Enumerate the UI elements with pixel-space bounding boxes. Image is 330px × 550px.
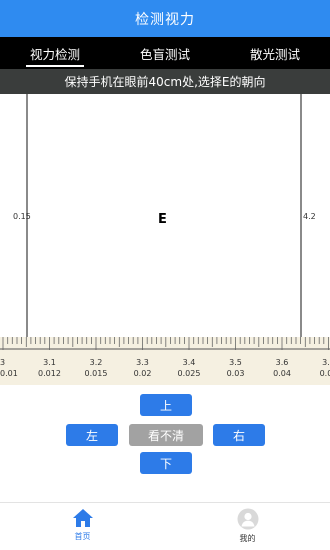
cannot-see-button[interactable]: 看不清	[129, 424, 203, 446]
ruler-label-five-point: 3.3	[136, 358, 149, 367]
tab-label: 视力检测	[29, 46, 80, 62]
ruler-label-five-point: 3	[0, 358, 5, 367]
acuity-decimal-label: 0.15	[13, 212, 31, 221]
tab-vision-test[interactable]: 视力检测	[0, 37, 110, 69]
ruler-label-five-point: 3.6	[276, 358, 289, 367]
nav-item-profile[interactable]: 我的	[165, 503, 330, 550]
button-label: 右	[232, 428, 245, 443]
acuity-five-point-label: 4.2	[303, 212, 316, 221]
ruler-label-five-point: 3.4	[183, 358, 196, 367]
ruler-label-decimal: 0.025	[178, 369, 201, 378]
nav-label-profile: 我的	[239, 534, 256, 543]
tab-astigmatism-test[interactable]: 散光测试	[220, 37, 330, 69]
button-label: 下	[159, 456, 172, 471]
user-avatar-icon	[237, 508, 258, 530]
direction-right-button[interactable]: 右	[213, 424, 265, 446]
test-area: 0.15 4.2 E	[0, 94, 330, 337]
ruler-label-five-point: 3.7	[322, 358, 330, 367]
instruction-text: 保持手机在眼前40cm处,选择E的朝向	[64, 75, 266, 89]
title-bar: 检测视力	[0, 0, 330, 37]
ruler-scale: 3 0.01 3.1 0.012 3.2 0.015 3.3 0.02 3.4 0.025 3.5 0…	[0, 337, 330, 378]
ruler-label-decimal: 0.01	[0, 369, 18, 378]
button-label: 左	[85, 428, 98, 443]
nav-item-home[interactable]: 首页	[0, 503, 165, 550]
direction-left-button[interactable]: 左	[66, 424, 118, 446]
button-label: 上	[159, 398, 172, 413]
instruction-banner: 保持手机在眼前40cm处,选择E的朝向	[0, 69, 330, 94]
button-label: 看不清	[147, 428, 184, 443]
ruler-label-decimal: 0.02	[134, 369, 152, 378]
ruler-label-five-point: 3.5	[229, 358, 242, 367]
ruler-label-decimal: 0.012	[38, 369, 61, 378]
right-guide-line	[300, 94, 302, 337]
ruler-label-five-point: 3.2	[90, 358, 103, 367]
home-icon	[72, 509, 93, 527]
tab-label: 散光测试	[249, 46, 300, 62]
app-root: 检测视力 视力检测 色盲测试 散光测试 保持手机在眼前40cm处,选择E的朝向 …	[0, 0, 330, 550]
tumbling-e-optotype: E	[158, 212, 167, 227]
tab-color-blind-test[interactable]: 色盲测试	[110, 37, 220, 69]
direction-down-button[interactable]: 下	[140, 452, 192, 474]
tab-bar: 视力检测 色盲测试 散光测试	[0, 37, 330, 69]
acuity-ruler[interactable]: 3 0.01 3.1 0.012 3.2 0.015 3.3 0.02 3.4 0.025 3.5 0…	[0, 337, 330, 385]
page-title: 检测视力	[135, 11, 195, 28]
bottom-navigation: 首页 我的	[0, 502, 330, 550]
ruler-label-five-point: 3.1	[43, 358, 56, 367]
ruler-label-decimal: 0.03	[227, 369, 245, 378]
ruler-label-decimal: 0.04	[273, 369, 291, 378]
nav-label-home: 首页	[74, 532, 91, 541]
direction-up-button[interactable]: 上	[140, 394, 192, 416]
tab-label: 色盲测试	[139, 46, 190, 62]
ruler-label-decimal: 0.05	[320, 369, 330, 378]
ruler-label-decimal: 0.015	[85, 369, 108, 378]
